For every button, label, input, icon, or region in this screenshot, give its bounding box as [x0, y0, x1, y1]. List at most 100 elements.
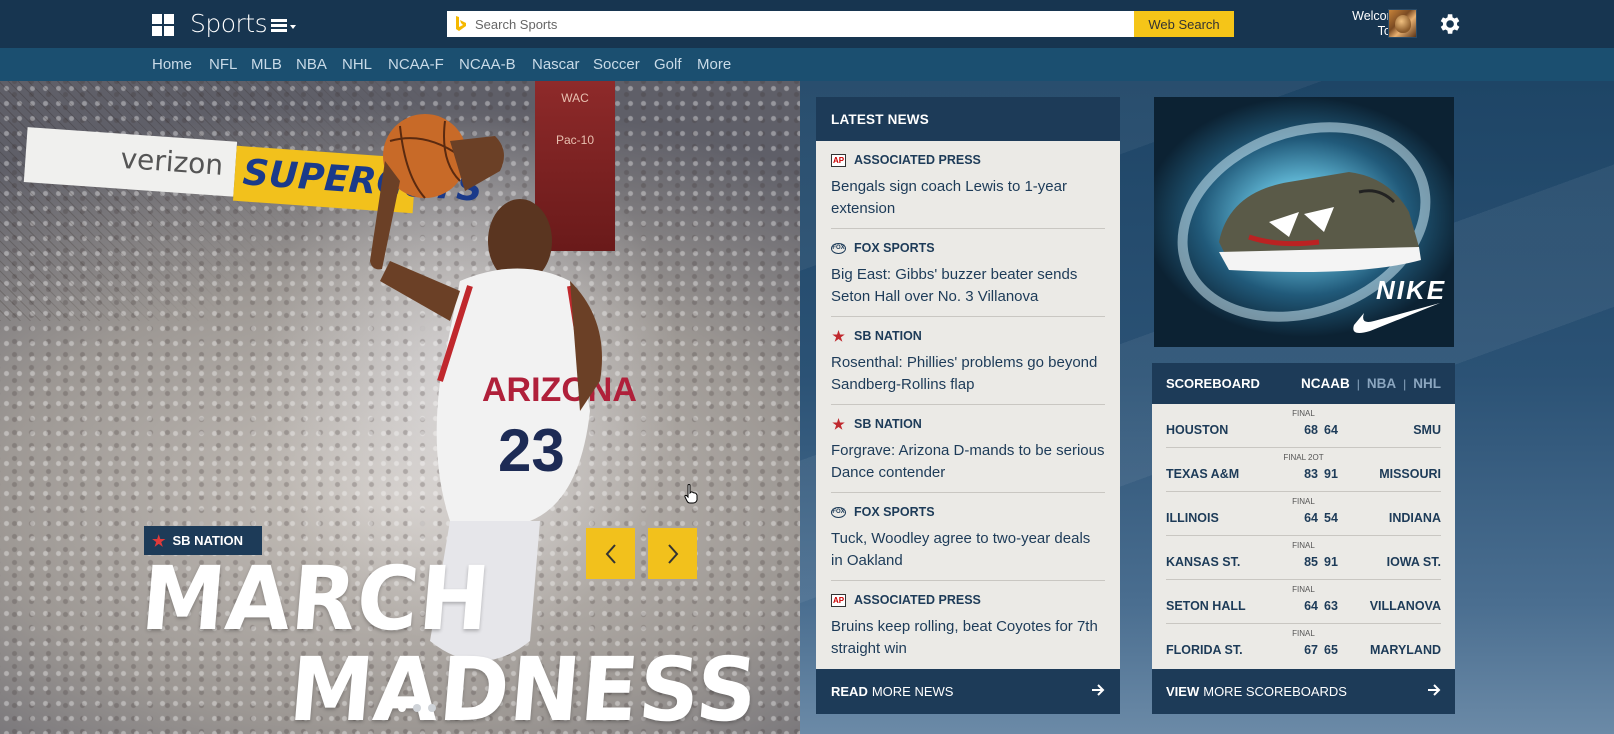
- sports-nav: Home NFL MLB NBA NHL NCAA-F NCAA-B Nasca…: [0, 48, 1614, 81]
- hero-headline-line1[interactable]: MARCH: [138, 547, 495, 650]
- chevron-left-icon: [605, 543, 616, 564]
- nav-item-nascar[interactable]: Nascar: [532, 56, 580, 73]
- star-icon: ★: [832, 415, 845, 432]
- away-team: INDIANA: [1388, 511, 1441, 525]
- game-row[interactable]: FINAL HOUSTON 68 64 SMU: [1166, 404, 1441, 448]
- away-score: 54: [1324, 511, 1338, 525]
- menu-icon[interactable]: [271, 16, 301, 36]
- read-more-news-link[interactable]: READ MORE NEWS: [816, 669, 1120, 714]
- nav-item-golf[interactable]: Golf: [654, 56, 682, 73]
- nav-item-nfl[interactable]: NFL: [209, 56, 237, 73]
- sneaker-image: [1219, 172, 1421, 273]
- hero-headline-line2[interactable]: MADNESS: [286, 638, 762, 734]
- nav-item-more[interactable]: More: [697, 56, 731, 73]
- away-team: MISSOURI: [1379, 467, 1441, 481]
- away-score: 91: [1324, 467, 1338, 481]
- home-score: 64: [1304, 599, 1318, 613]
- ap-icon: AP: [831, 593, 846, 607]
- carousel-dot[interactable]: [428, 704, 436, 712]
- fox-icon: FOX: [831, 506, 846, 518]
- game-status: FINAL: [1292, 629, 1315, 638]
- home-team: ILLINOIS: [1166, 511, 1219, 525]
- news-title[interactable]: Tuck, Woodley agree to two-year deals in…: [831, 528, 1105, 572]
- home-score: 64: [1304, 511, 1318, 525]
- game-row[interactable]: FINAL SETON HALL 64 63 VILLANOVA: [1166, 580, 1441, 624]
- game-row[interactable]: FINAL FLORIDA ST. 67 65 MARYLAND: [1166, 624, 1441, 668]
- news-item[interactable]: ★ SB NATION Forgrave: Arizona D-mands to …: [831, 405, 1105, 493]
- hand-cursor-icon: [684, 484, 698, 504]
- game-status: FINAL: [1292, 541, 1315, 550]
- web-search-button[interactable]: Web Search: [1134, 11, 1234, 37]
- next-slide-button[interactable]: [648, 528, 697, 579]
- away-team: VILLANOVA: [1369, 599, 1441, 613]
- nav-item-nhl[interactable]: NHL: [342, 56, 372, 73]
- news-title[interactable]: Bruins keep rolling, beat Coyotes for 7t…: [831, 616, 1105, 660]
- news-source: SB NATION: [854, 417, 922, 431]
- star-icon: ★: [832, 327, 845, 344]
- game-row[interactable]: FINAL ILLINOIS 64 54 INDIANA: [1166, 492, 1441, 536]
- game-row[interactable]: FINAL KANSAS ST. 85 91 IOWA ST.: [1166, 536, 1441, 580]
- home-team: FLORIDA ST.: [1166, 643, 1243, 657]
- tab-ncaab[interactable]: NCAAB: [1301, 376, 1350, 391]
- game-status: FINAL: [1292, 409, 1315, 418]
- ap-icon: AP: [831, 153, 846, 167]
- previous-slide-button[interactable]: [586, 528, 635, 579]
- tab-nhl[interactable]: NHL: [1413, 376, 1441, 391]
- game-status: FINAL: [1292, 497, 1315, 506]
- nike-ad[interactable]: NIKE: [1154, 97, 1454, 347]
- news-title[interactable]: Big East: Gibbs' buzzer beater sends Set…: [831, 264, 1105, 308]
- home-team: KANSAS ST.: [1166, 555, 1241, 569]
- gear-icon[interactable]: [1436, 11, 1462, 37]
- footer-text: MORE SCOREBOARDS: [1203, 684, 1347, 699]
- latest-news-heading: LATEST NEWS: [816, 97, 1120, 141]
- home-score: 83: [1304, 467, 1318, 481]
- news-source: SB NATION: [854, 329, 922, 343]
- windows-logo-icon[interactable]: [152, 14, 174, 36]
- news-source: ASSOCIATED PRESS: [854, 593, 981, 607]
- game-row[interactable]: FINAL 2OT TEXAS A&M 83 91 MISSOURI: [1166, 448, 1441, 492]
- news-item[interactable]: ★ SB NATION Rosenthal: Phillies' problems…: [831, 317, 1105, 405]
- search-input[interactable]: [475, 11, 1125, 37]
- away-score: 65: [1324, 643, 1338, 657]
- news-source: FOX SPORTS: [854, 505, 935, 519]
- footer-text: MORE NEWS: [871, 684, 954, 699]
- away-team: SMU: [1413, 423, 1441, 437]
- news-source: ASSOCIATED PRESS: [854, 153, 981, 167]
- carousel-dot[interactable]: [398, 704, 406, 712]
- chevron-right-icon: [667, 543, 678, 564]
- away-score: 91: [1324, 555, 1338, 569]
- carousel-dots: [398, 704, 436, 712]
- news-item[interactable]: FOX FOX SPORTS Tuck, Woodley agree to two…: [831, 493, 1105, 581]
- ad-brand-text: NIKE: [1376, 275, 1447, 305]
- home-score: 67: [1304, 643, 1318, 657]
- footer-bold: READ: [831, 684, 868, 699]
- news-title[interactable]: Bengals sign coach Lewis to 1-year exten…: [831, 176, 1105, 220]
- carousel-dot[interactable]: [413, 704, 421, 712]
- nav-item-soccer[interactable]: Soccer: [593, 56, 640, 73]
- nav-item-home[interactable]: Home: [152, 56, 192, 73]
- latest-news-panel: LATEST NEWS AP ASSOCIATED PRESS Bengals s…: [816, 97, 1120, 714]
- news-item[interactable]: FOX FOX SPORTS Big East: Gibbs' buzzer be…: [831, 229, 1105, 317]
- avatar[interactable]: [1388, 9, 1417, 38]
- svg-text:ARIZONA: ARIZONA: [482, 371, 637, 409]
- away-score: 64: [1324, 423, 1338, 437]
- chevron-down-icon: [290, 25, 296, 29]
- news-list: AP ASSOCIATED PRESS Bengals sign coach Le…: [816, 141, 1120, 669]
- nav-item-ncaa-b[interactable]: NCAA-B: [459, 56, 516, 73]
- away-team: IOWA ST.: [1386, 555, 1441, 569]
- tab-nba[interactable]: NBA: [1367, 376, 1396, 391]
- arrow-right-icon: [1428, 684, 1441, 696]
- news-item[interactable]: AP ASSOCIATED PRESS Bengals sign coach Le…: [831, 141, 1105, 229]
- scoreboard-heading: SCOREBOARD: [1166, 376, 1260, 391]
- news-title[interactable]: Rosenthal: Phillies' problems go beyond …: [831, 352, 1105, 396]
- home-score: 85: [1304, 555, 1318, 569]
- news-item[interactable]: AP ASSOCIATED PRESS Bruins keep rolling, …: [831, 581, 1105, 669]
- view-more-scoreboards-link[interactable]: VIEW MORE SCOREBOARDS: [1152, 669, 1455, 714]
- nav-item-nba[interactable]: NBA: [296, 56, 327, 73]
- news-title[interactable]: Forgrave: Arizona D-mands to be serious …: [831, 440, 1105, 484]
- scoreboard-panel: SCOREBOARD NCAAB | NBA | NHL FINAL HOUST…: [1152, 363, 1455, 714]
- nav-item-mlb[interactable]: MLB: [251, 56, 282, 73]
- app-title: Sports: [190, 9, 268, 38]
- hero-source-label: SB NATION: [172, 533, 243, 548]
- nav-item-ncaa-f[interactable]: NCAA-F: [388, 56, 444, 73]
